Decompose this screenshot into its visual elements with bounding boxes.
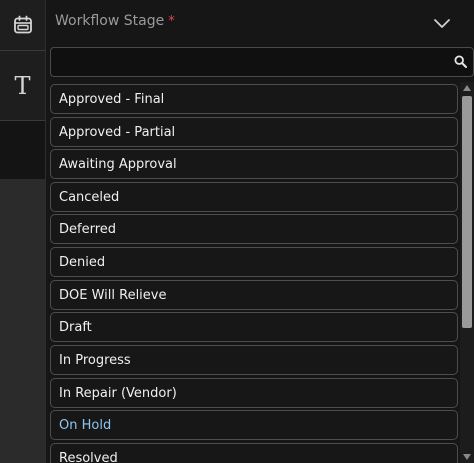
- option-awaiting-approval[interactable]: Awaiting Approval: [50, 149, 458, 179]
- rail-empty-cell: [0, 121, 45, 179]
- option-resolved[interactable]: Resolved: [50, 443, 458, 463]
- field-label-text: Workflow Stage: [55, 13, 165, 29]
- field-label: Workflow Stage *: [55, 13, 175, 29]
- search-box: [50, 47, 474, 77]
- required-indicator: *: [168, 14, 175, 29]
- search-input[interactable]: [51, 48, 446, 76]
- screen-root: T Workflow Stage * Approved - Final Appro…: [0, 0, 474, 463]
- workflow-stage-field[interactable]: Workflow Stage *: [46, 0, 474, 46]
- option-approved-partial[interactable]: Approved - Partial: [50, 117, 458, 147]
- option-draft[interactable]: Draft: [50, 312, 458, 342]
- scroll-up-arrow-icon[interactable]: [463, 85, 471, 91]
- field-type-rail: T: [0, 0, 45, 463]
- text-field-icon: T: [14, 72, 31, 100]
- option-in-repair-vendor[interactable]: In Repair (Vendor): [50, 378, 458, 408]
- scrollbar-thumb[interactable]: [462, 96, 472, 328]
- rail-background: [0, 179, 45, 463]
- calendar-icon: [13, 15, 32, 34]
- chevron-down-icon[interactable]: [432, 13, 452, 33]
- option-doe-will-relieve[interactable]: DOE Will Relieve: [50, 280, 458, 310]
- option-deferred[interactable]: Deferred: [50, 214, 458, 244]
- options-list: Approved - Final Approved - Partial Awai…: [50, 82, 460, 463]
- option-on-hold[interactable]: On Hold: [50, 410, 458, 440]
- search-icon[interactable]: [454, 55, 467, 68]
- option-denied[interactable]: Denied: [50, 247, 458, 277]
- options-scrollbar[interactable]: [460, 82, 474, 463]
- workflow-stage-dropdown: Workflow Stage * Approved - Final Approve…: [45, 0, 474, 463]
- rail-divider: [0, 50, 45, 51]
- calendar-field-cell[interactable]: [0, 0, 45, 50]
- option-canceled[interactable]: Canceled: [50, 182, 458, 212]
- text-field-cell[interactable]: T: [0, 52, 45, 120]
- scroll-down-arrow-icon[interactable]: [463, 454, 471, 460]
- option-in-progress[interactable]: In Progress: [50, 345, 458, 375]
- option-approved-final[interactable]: Approved - Final: [50, 84, 458, 114]
